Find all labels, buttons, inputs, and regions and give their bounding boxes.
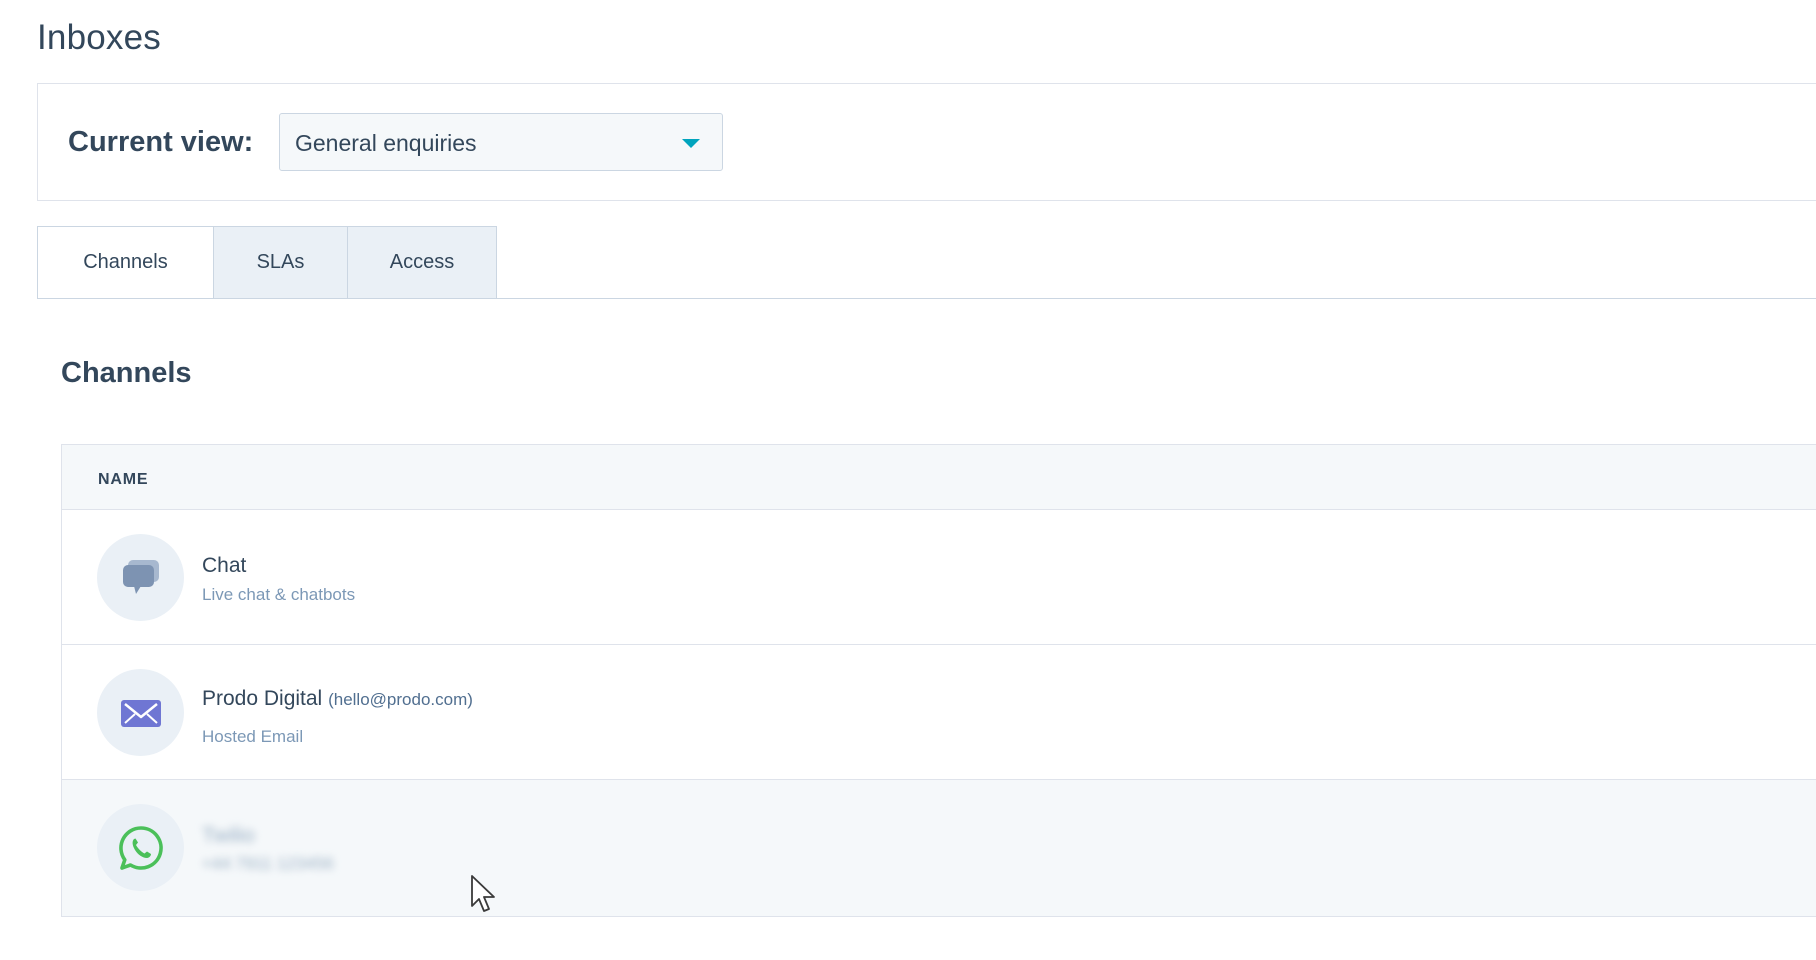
tab-access[interactable]: Access — [347, 226, 497, 299]
table-row[interactable]: Chat Live chat & chatbots — [62, 510, 1816, 645]
table-header: NAME — [62, 445, 1816, 510]
table-row[interactable]: Prodo Digital (hello@prodo.com) Hosted E… — [62, 645, 1816, 780]
channel-avatar — [97, 804, 184, 891]
current-view-selected-value: General enquiries — [295, 130, 477, 156]
tabs-divider — [37, 298, 1816, 299]
current-view-panel: Current view: General enquiries — [37, 83, 1816, 201]
caret-down-icon — [682, 139, 700, 148]
current-view-label: Current view: — [68, 126, 254, 158]
channels-table: NAME Chat Live chat & chatbots Prodo Dig… — [61, 444, 1816, 917]
channel-name: Prodo Digital — [202, 687, 323, 710]
channel-avatar — [97, 534, 184, 621]
tab-channels[interactable]: Channels — [37, 226, 214, 299]
tab-slas[interactable]: SLAs — [213, 226, 348, 299]
channel-subtitle: Live chat & chatbots — [202, 585, 356, 604]
inbox-tabs: Channels SLAs Access — [37, 226, 497, 299]
channel-name: Chat — [202, 554, 247, 577]
column-header-name[interactable]: NAME — [98, 471, 148, 489]
page-title: Inboxes — [37, 18, 161, 57]
section-title: Channels — [61, 357, 192, 389]
channel-name: Twilio — [202, 824, 255, 847]
channel-email: (hello@prodo.com) — [328, 690, 473, 709]
channel-avatar — [97, 669, 184, 756]
channel-name-line: Prodo Digital (hello@prodo.com) — [202, 687, 473, 711]
inboxes-settings-page: Inboxes Current view: General enquiries … — [0, 0, 1816, 960]
table-row[interactable]: Twilio +44 7911 123456 — [62, 780, 1816, 916]
whatsapp-icon — [118, 825, 163, 870]
channel-subtitle: +44 7911 123456 — [202, 854, 334, 873]
mouse-cursor-icon — [471, 875, 495, 912]
chat-bubbles-icon — [122, 559, 159, 594]
channel-subtitle: Hosted Email — [202, 727, 304, 746]
current-view-dropdown[interactable]: General enquiries — [279, 113, 723, 171]
envelope-icon — [120, 699, 161, 727]
